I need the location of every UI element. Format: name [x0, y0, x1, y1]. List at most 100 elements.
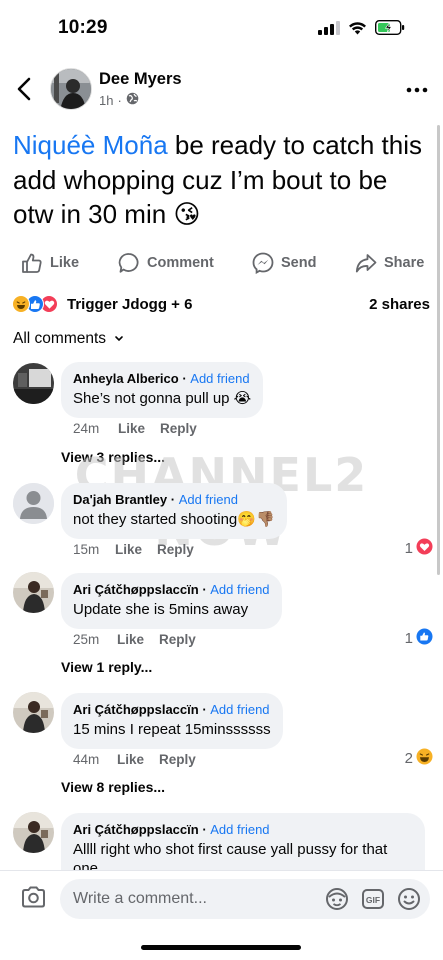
- comment-time: 25m: [73, 632, 100, 647]
- chevron-left-icon: [17, 77, 31, 101]
- comment-meta: 15m Like Reply: [73, 542, 194, 557]
- emoji-icon[interactable]: [397, 887, 421, 916]
- comment-item: Ari Çátčhøppslaccïn · Add friend Allll r…: [0, 811, 443, 870]
- comment-bubble: Anheyla Alberico · Add friend She’s not …: [61, 362, 264, 418]
- sort-label: All comments: [13, 330, 107, 347]
- comment-reply-button[interactable]: Reply: [159, 752, 196, 767]
- commenter-name[interactable]: Da'jah Brantley: [73, 492, 167, 507]
- comment-bubble: Ari Çátčhøppslaccïn · Add friend Allll r…: [61, 813, 425, 870]
- mention-link[interactable]: Niquéè Moña: [13, 130, 168, 160]
- post-meta: 1h ·: [99, 92, 139, 108]
- view-replies-link[interactable]: View 8 replies...: [61, 779, 165, 795]
- status-bar: 10:29: [0, 0, 443, 56]
- love-reaction-icon: [416, 538, 433, 559]
- send-label: Send: [281, 255, 317, 271]
- chevron-down-icon: [115, 336, 123, 342]
- gif-icon[interactable]: GIF: [361, 887, 385, 916]
- commenter-name[interactable]: Anheyla Alberico: [73, 371, 179, 386]
- commenter-name[interactable]: Ari Çátčhøppslaccïn: [73, 822, 199, 837]
- comment-bubble: Ari Çátčhøppslaccïn · Add friend 15 mins…: [61, 693, 283, 749]
- battery-charging-icon: [374, 19, 405, 40]
- messenger-icon: [252, 252, 274, 274]
- camera-button[interactable]: [21, 886, 46, 913]
- commenter-name[interactable]: Ari Çátčhøppslaccïn: [73, 702, 199, 717]
- comment-meta: 44m Like Reply: [73, 752, 196, 767]
- home-indicator[interactable]: [141, 945, 301, 950]
- add-friend-link[interactable]: Add friend: [179, 492, 238, 507]
- commenter-avatar[interactable]: [13, 812, 54, 853]
- comment-meta: 25m Like Reply: [73, 632, 196, 647]
- more-dots-icon: [406, 87, 428, 93]
- more-options-button[interactable]: [405, 77, 429, 101]
- add-friend-link[interactable]: Add friend: [210, 702, 269, 717]
- author-name[interactable]: Dee Myers: [99, 70, 182, 89]
- comment-like-button[interactable]: Like: [118, 421, 160, 436]
- status-time: 10:29: [58, 17, 108, 38]
- commenter-avatar[interactable]: [13, 572, 54, 613]
- reaction-count: 1: [404, 540, 413, 557]
- reaction-count: 1: [404, 630, 413, 647]
- svg-text:GIF: GIF: [366, 895, 380, 905]
- post-header: Dee Myers 1h ·: [0, 62, 443, 118]
- comment-time: 15m: [73, 542, 100, 557]
- scrollbar[interactable]: [437, 125, 440, 575]
- view-replies-link[interactable]: View 1 reply...: [61, 659, 152, 675]
- haha-reaction-icon: [12, 295, 30, 313]
- comment-like-button[interactable]: Like: [115, 542, 157, 557]
- globe-icon: [126, 92, 139, 108]
- add-friend-link[interactable]: Add friend: [210, 822, 269, 837]
- composer-tools: GIF: [325, 887, 421, 916]
- comment-bubble: Ari Çátčhøppslaccïn · Add friend Update …: [61, 573, 282, 629]
- avatar-sticker-icon[interactable]: [325, 887, 349, 916]
- comment-label: Comment: [147, 255, 214, 271]
- comment-reply-button[interactable]: Reply: [157, 542, 194, 557]
- comment-reply-button[interactable]: Reply: [160, 421, 197, 436]
- commenter-name[interactable]: Ari Çátčhøppslaccïn: [73, 582, 199, 597]
- default-profile-icon: [13, 483, 54, 524]
- camera-icon: [22, 886, 45, 908]
- commenter-avatar[interactable]: [13, 692, 54, 733]
- wifi-icon: [348, 21, 367, 40]
- share-arrow-icon: [355, 254, 377, 273]
- reaction-count: 2: [404, 750, 413, 767]
- commenter-avatar[interactable]: [13, 483, 54, 524]
- comment-text: 15 mins I repeat 15minssssss: [73, 721, 271, 738]
- comment-bubble-icon: [118, 253, 139, 273]
- add-friend-link[interactable]: Add friend: [210, 582, 269, 597]
- comment-reaction-count[interactable]: 1: [405, 538, 433, 559]
- comment-text: not they started shooting🤭👎🏽: [73, 511, 275, 528]
- comment-meta: 24m Like Reply: [73, 421, 197, 436]
- add-friend-link[interactable]: Add friend: [190, 371, 249, 386]
- reactions-summary[interactable]: Trigger Jdogg + 6 2 shares: [0, 292, 443, 318]
- like-button[interactable]: Like: [21, 252, 79, 274]
- commenter-avatar[interactable]: [13, 363, 54, 404]
- reaction-icons: [12, 295, 58, 313]
- comment-like-button[interactable]: Like: [117, 632, 159, 647]
- send-button[interactable]: Send: [252, 252, 316, 274]
- comment-composer: GIF: [0, 870, 443, 926]
- thumbs-up-icon: [22, 253, 42, 273]
- back-button[interactable]: [14, 76, 36, 102]
- share-button[interactable]: Share: [355, 252, 424, 274]
- cellular-signal-icon: [318, 20, 340, 40]
- shares-count[interactable]: 2 shares: [369, 296, 430, 313]
- comment-bubble: Da'jah Brantley · Add friend not they st…: [61, 483, 287, 539]
- author-avatar[interactable]: [50, 68, 92, 110]
- comment-reaction-count[interactable]: 2: [405, 748, 433, 769]
- post-age: 1h: [99, 92, 114, 108]
- like-reaction-icon: [416, 628, 433, 649]
- comment-button[interactable]: Comment: [118, 252, 214, 274]
- reaction-names: Trigger Jdogg + 6: [67, 296, 193, 313]
- comment-like-button[interactable]: Like: [117, 752, 159, 767]
- comment-text: Allll right who shot first cause yall pu…: [73, 841, 388, 870]
- post-actions: Like Comment Send Share: [0, 246, 443, 282]
- comment-time: 24m: [73, 421, 100, 436]
- comment-time: 44m: [73, 752, 100, 767]
- status-icons: [318, 19, 405, 40]
- share-label: Share: [384, 255, 425, 271]
- comment-reply-button[interactable]: Reply: [159, 632, 196, 647]
- comment-reaction-count[interactable]: 1: [405, 628, 433, 649]
- view-replies-link[interactable]: View 3 replies...: [61, 449, 165, 465]
- dot-separator: ·: [117, 92, 122, 108]
- comment-sort-dropdown[interactable]: All comments: [13, 330, 124, 348]
